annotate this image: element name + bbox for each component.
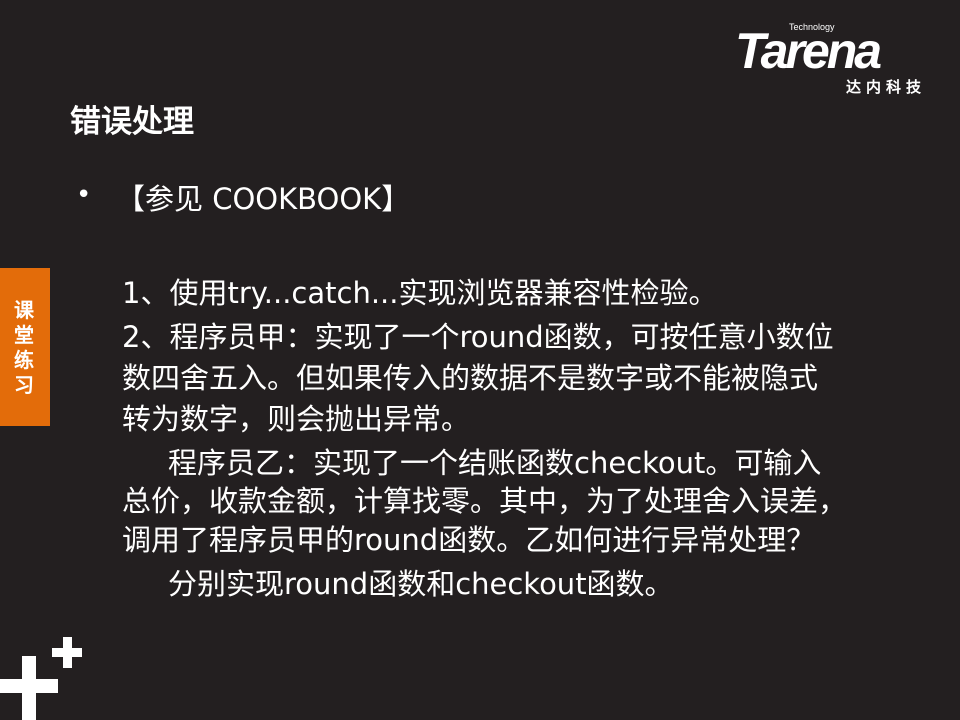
side-tab-label: 课堂练习 xyxy=(14,298,34,397)
exercise-line: 分别实现round函数和checkout函数。 xyxy=(168,567,674,601)
exercise-line: 转为数字，则会抛出异常。 xyxy=(122,402,471,436)
logo-chinese: 达内科技 xyxy=(845,78,926,96)
exercise-line: 调用了程序员甲的round函数。乙如何进行异常处理？ xyxy=(122,523,816,557)
bullet-icon: • xyxy=(76,180,92,210)
exercise-line: 数四舍五入。但如果传入的数据不是数字或不能被隐式 xyxy=(122,361,819,395)
reference-text: 【参见 COOKBOOK】 xyxy=(116,182,411,216)
logo-brand: Tarena xyxy=(735,23,882,79)
tarena-logo: Technology Tarena 达内科技 xyxy=(735,22,930,98)
exercise-line: 1、使用try...catch...实现浏览器兼容性检验。 xyxy=(122,276,718,310)
exercise-line: 2、程序员甲：实现了一个round函数，可按任意小数位 xyxy=(122,320,834,354)
side-tab: 课堂练习 xyxy=(0,268,50,426)
slide-title: 错误处理 xyxy=(70,104,194,140)
exercise-line: 总价，收款金额，计算找零。其中，为了处理舍入误差， xyxy=(122,484,848,518)
exercise-line: 程序员乙：实现了一个结账函数checkout。可输入 xyxy=(168,446,822,480)
